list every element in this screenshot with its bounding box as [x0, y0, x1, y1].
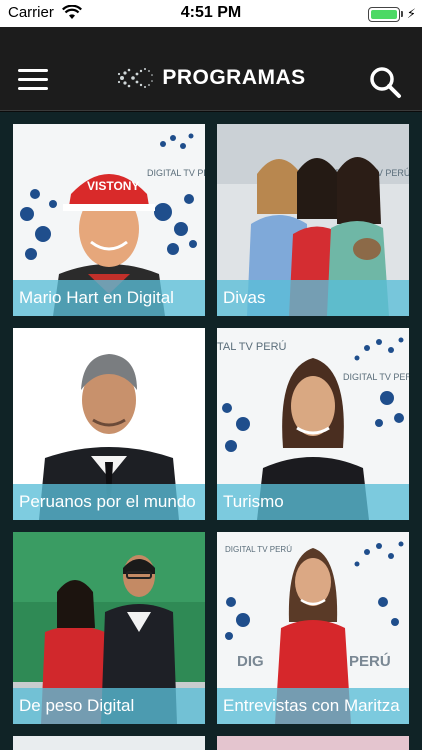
program-title: Divas: [217, 280, 409, 316]
program-title: De peso Digital: [13, 688, 205, 724]
program-card-partial[interactable]: [217, 736, 409, 750]
brand: PROGRAMAS: [0, 65, 422, 91]
digital-tv-logo-icon: [118, 68, 154, 88]
program-card-partial[interactable]: [13, 736, 205, 750]
status-right: ⚡: [367, 6, 416, 22]
program-thumbnail: [13, 736, 205, 750]
nav-bar: PROGRAMAS: [0, 27, 422, 111]
battery-nub: [400, 11, 403, 17]
program-title: Turismo: [217, 484, 409, 520]
search-icon[interactable]: [368, 65, 402, 99]
card-watermark: DIGITAL TV PERÚ: [225, 545, 292, 554]
program-title: Peruanos por el mundo: [13, 484, 205, 520]
program-thumbnail: [217, 736, 409, 750]
svg-text:PERÚ: PERÚ: [349, 652, 391, 670]
svg-text:VISTONY: VISTONY: [87, 179, 139, 193]
program-card-mario-hart[interactable]: DIGITAL TV PERÚ VISTONY Mario Hart en Di…: [13, 124, 205, 316]
program-title: Mario Hart en Digital: [13, 280, 205, 316]
program-card-turismo[interactable]: TAL TV PERÚ DIGITAL TV PERÚ Turismo: [217, 328, 409, 520]
card-watermark: DIGITAL TV PERÚ: [343, 372, 409, 382]
svg-text:DIG: DIG: [237, 653, 264, 670]
programs-grid: DIGITAL TV PERÚ VISTONY Mario Hart en Di…: [0, 112, 422, 750]
battery-fill: [370, 9, 397, 19]
svg-text:TAL TV PERÚ: TAL TV PERÚ: [217, 340, 287, 353]
charging-bolt-icon: ⚡: [406, 6, 416, 21]
program-card-de-peso-digital[interactable]: De peso Digital: [13, 532, 205, 724]
program-card-peruanos-por-el-mundo[interactable]: Peruanos por el mundo: [13, 328, 205, 520]
page-title: PROGRAMAS: [162, 66, 306, 89]
program-card-divas[interactable]: DIGITAL TV PERÚ Divas: [217, 124, 409, 316]
status-time: 4:51 PM: [180, 4, 242, 21]
program-title: Entrevistas con Maritza: [217, 688, 409, 724]
battery-icon: [367, 6, 400, 22]
program-card-entrevistas-con-maritza[interactable]: DIGITAL TV PERÚ DIG PERÚ Entrevistas con…: [217, 532, 409, 724]
status-bar: Carrier 4:51 PM ⚡: [0, 0, 422, 27]
card-watermark: DIGITAL TV PERÚ: [147, 168, 205, 178]
